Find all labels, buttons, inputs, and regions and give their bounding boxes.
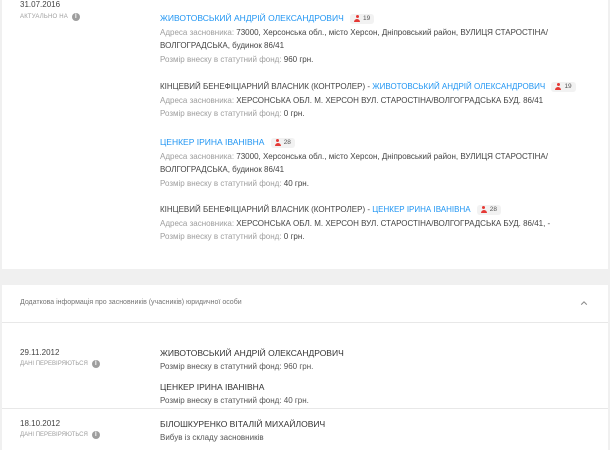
contribution-value: 0 грн. — [283, 232, 305, 241]
section-title: Додаткова інформація про засновників (уч… — [20, 299, 242, 306]
address-label: Адреса засновника: — [160, 151, 235, 161]
founder-name: ЖИВОТОВСЬКИЙ АНДРІЙ ОЛЕКСАНДРОВИЧ — [160, 348, 344, 358]
founders-card: 31.07.2016 АКТУАЛЬНО НА i ЖИВОТОВСЬКИЙ А… — [2, 0, 608, 269]
divider — [2, 322, 608, 323]
person-icon — [555, 83, 562, 91]
actual-date: 31.07.2016 — [20, 0, 61, 9]
info-icon[interactable]: i — [91, 431, 100, 439]
address-label: Адреса засновника: — [160, 27, 235, 37]
person-icon — [274, 139, 281, 147]
beneficiary-prefix: КІНЦЕВИЙ БЕНЕФІЦІАРНИЙ ВЛАСНИК (КОНТРОЛЕ… — [160, 82, 373, 91]
contribution-value: 960 грн. — [283, 54, 314, 64]
contribution-value: 0 грн. — [283, 109, 305, 118]
age-badge: 28 — [270, 137, 295, 148]
founder-contribution: Розмір внеску в статутний фонд: 40 грн. — [160, 396, 309, 405]
address-value: ХЕРСОНСЬКА ОБЛ. М. ХЕРСОН ВУЛ. СТАРОСТІН… — [236, 218, 551, 228]
chevron-up-icon[interactable] — [580, 299, 588, 307]
beneficiary-name-link[interactable]: ЖИВОТОВСЬКИЙ АНДРІЙ ОЛЕКСАНДРОВИЧ — [372, 82, 545, 91]
divider — [2, 408, 608, 409]
person-icon — [354, 15, 360, 23]
address-value-cont: ВОЛГОГРАДСЬКА, будинок 86/41 — [160, 41, 285, 50]
contribution-label: Розмір внеску в статутний фонд: — [160, 54, 282, 64]
info-icon[interactable]: i — [91, 360, 100, 368]
founder-status: Вибув із складу засновників — [160, 433, 264, 442]
contribution-label: Розмір внеску в статутний фонд: — [160, 109, 282, 118]
person-icon — [480, 206, 487, 214]
record-status: ДАНІ ПЕРЕВІРЯЮТЬСЯ i — [20, 360, 100, 368]
founder-name-link[interactable]: ЦЕНКЕР ІРИНА ІВАНІВНА — [160, 137, 264, 147]
additional-info-card: Додаткова інформація про засновників (уч… — [2, 285, 608, 450]
age-badge: 19 — [551, 81, 576, 92]
record-entry: ЖИВОТОВСЬКИЙ АНДРІЙ ОЛЕКСАНДРОВИЧ Розмір… — [160, 347, 600, 407]
address-value: 73000, Херсонська обл., місто Херсон, Дн… — [236, 27, 548, 37]
age-badge: 28 — [476, 204, 502, 215]
contribution-label: Розмір внеску в статутний фонд: — [160, 178, 282, 188]
beneficiary-name-link[interactable]: ЦЕНКЕР ІРИНА ІВАНІВНА — [372, 205, 470, 214]
info-icon[interactable]: i — [71, 13, 80, 21]
beneficiary-entry: КІНЦЕВИЙ БЕНЕФІЦІАРНИЙ ВЛАСНИК (КОНТРОЛЕ… — [160, 203, 600, 244]
founder-contribution: Розмір внеску в статутний фонд: 960 грн. — [160, 362, 314, 371]
actual-status-label: АКТУАЛЬНО НА — [20, 14, 68, 20]
founder-name-link[interactable]: ЖИВОТОВСЬКИЙ АНДРІЙ ОЛЕКСАНДРОВИЧ — [160, 13, 344, 23]
record-date: 18.10.2012 — [20, 419, 61, 428]
record-entry: БІЛОШКУРЕНКО ВІТАЛІЙ МИХАЙЛОВИЧ Вибув із… — [160, 418, 600, 444]
contribution-value: 40 грн. — [283, 178, 309, 188]
founder-entry: ЖИВОТОВСЬКИЙ АНДРІЙ ОЛЕКСАНДРОВИЧ 19 Адр… — [160, 12, 600, 66]
address-label: Адреса засновника: — [160, 218, 235, 228]
actual-status: АКТУАЛЬНО НА i — [20, 13, 80, 21]
address-value: 73000, Херсонська обл., місто Херсон, Дн… — [236, 151, 548, 161]
age-badge: 19 — [350, 13, 375, 24]
founder-name: ЦЕНКЕР ІРИНА ІВАНІВНА — [160, 382, 265, 392]
record-status-label: ДАНІ ПЕРЕВІРЯЮТЬСЯ — [20, 432, 88, 438]
contribution-label: Розмір внеску в статутний фонд: — [160, 232, 282, 241]
record-status: ДАНІ ПЕРЕВІРЯЮТЬСЯ i — [20, 431, 100, 439]
record-status-label: ДАНІ ПЕРЕВІРЯЮТЬСЯ — [20, 361, 88, 367]
founder-entry: ЦЕНКЕР ІРИНА ІВАНІВНА 28 Адреса засновни… — [160, 136, 600, 190]
address-value: ХЕРСОНСЬКА ОБЛ. М. ХЕРСОН ВУЛ. СТАРОСТІН… — [236, 95, 544, 105]
founder-name: БІЛОШКУРЕНКО ВІТАЛІЙ МИХАЙЛОВИЧ — [160, 419, 326, 429]
beneficiary-prefix: КІНЦЕВИЙ БЕНЕФІЦІАРНИЙ ВЛАСНИК (КОНТРОЛЕ… — [160, 205, 373, 214]
address-value-cont: ВОЛГОГРАДСЬКА, будинок 86/41 — [160, 165, 285, 174]
beneficiary-entry: КІНЦЕВИЙ БЕНЕФІЦІАРНИЙ ВЛАСНИК (КОНТРОЛЕ… — [160, 80, 600, 121]
address-label: Адреса засновника: — [160, 95, 235, 105]
record-date: 29.11.2012 — [20, 348, 60, 357]
